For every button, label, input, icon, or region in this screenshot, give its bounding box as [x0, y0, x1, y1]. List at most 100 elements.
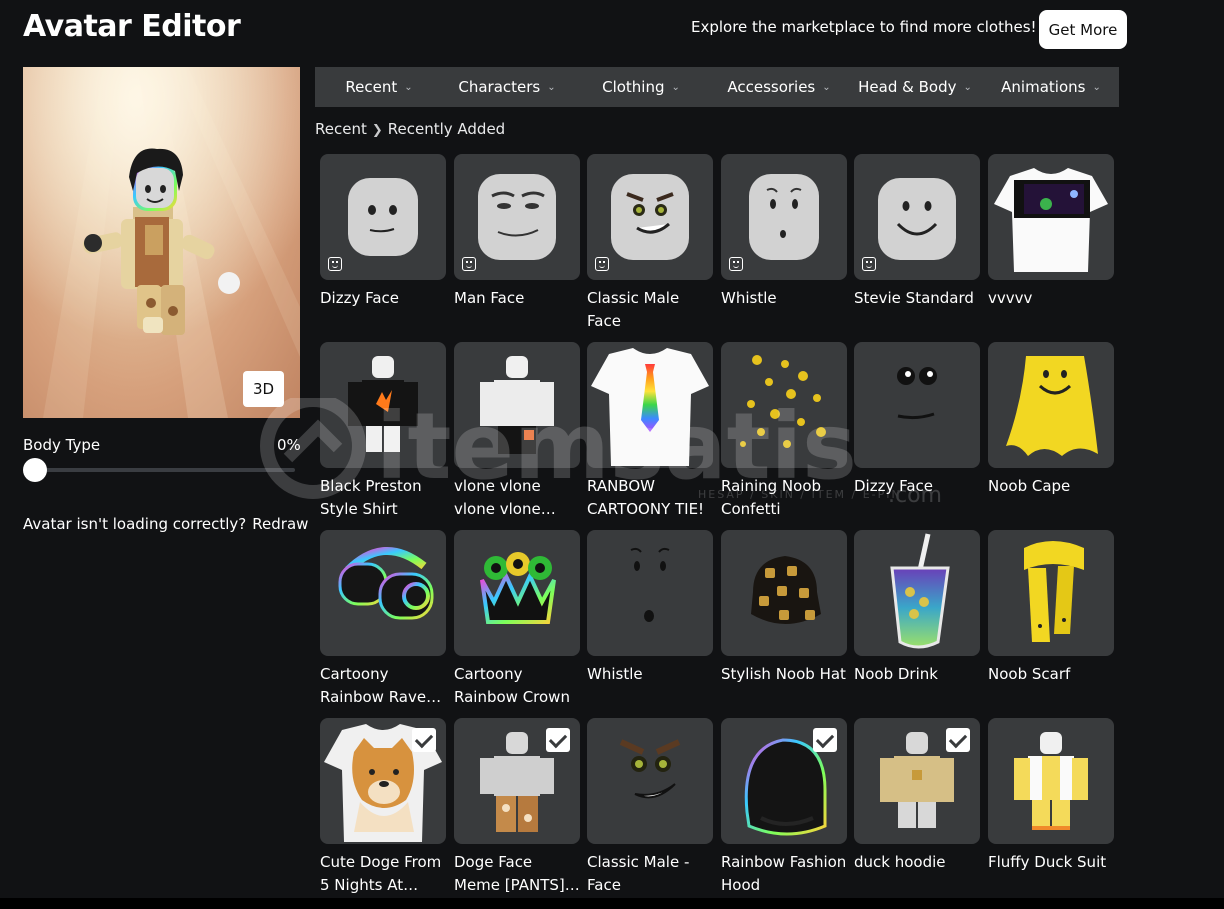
catalog-item[interactable]: Dizzy Face	[854, 342, 980, 498]
catalog-item[interactable]: Classic Male - Face	[587, 718, 713, 897]
item-thumbnail[interactable]	[320, 342, 446, 468]
item-thumbnail[interactable]	[454, 530, 580, 656]
item-thumbnail[interactable]	[587, 530, 713, 656]
view-3d-toggle-button[interactable]: 3D	[243, 371, 284, 407]
item-thumbnail[interactable]	[587, 154, 713, 280]
catalog-item[interactable]: Man Face	[454, 154, 580, 310]
tab-label: Clothing	[602, 78, 665, 96]
catalog-item[interactable]: Stevie Standard	[854, 154, 980, 310]
breadcrumb-current: Recently Added	[387, 120, 506, 138]
item-thumbnail[interactable]	[454, 718, 580, 844]
item-thumbnail[interactable]	[587, 718, 713, 844]
catalog-item[interactable]: Classic Male Face	[587, 154, 713, 333]
item-thumbnail[interactable]	[854, 718, 980, 844]
item-thumbnail-image	[1006, 356, 1098, 456]
tab-recent[interactable]: Recent ⌄	[315, 67, 443, 107]
item-thumbnail-image	[619, 739, 681, 799]
body-type-slider-thumb[interactable]	[23, 458, 47, 482]
item-thumbnail[interactable]	[721, 530, 847, 656]
catalog-item[interactable]: vlone vlone vlone vlone vlone	[454, 342, 580, 521]
item-thumbnail[interactable]	[320, 530, 446, 656]
body-type-label: Body Type	[23, 436, 101, 454]
item-name: Fluffy Duck Suit	[988, 853, 1107, 871]
category-tabs: Recent ⌄ Characters ⌄ Clothing ⌄ Accessorie…	[315, 67, 1119, 107]
item-thumbnail[interactable]	[988, 530, 1114, 656]
item-thumbnail-image	[348, 356, 418, 452]
item-thumbnail[interactable]	[854, 530, 980, 656]
item-thumbnail[interactable]	[587, 342, 713, 468]
item-thumbnail-image	[630, 547, 670, 622]
item-thumbnail[interactable]	[320, 154, 446, 280]
item-thumbnail[interactable]	[854, 342, 980, 468]
catalog-item[interactable]: Cartoony Rainbow Raver Headphones	[320, 530, 446, 709]
item-name: vvvvv	[988, 289, 1033, 307]
item-name: Raining Noob Confetti	[721, 477, 822, 518]
catalog-item[interactable]: vvvvv	[988, 154, 1114, 310]
item-name: Noob Drink	[854, 665, 938, 683]
item-name: RANBOW CARTOONY TIE!	[587, 477, 705, 518]
item-thumbnail[interactable]	[721, 718, 847, 844]
catalog-item[interactable]: Raining Noob Confetti	[721, 342, 847, 521]
item-name: vlone vlone vlone vlone vlone	[454, 477, 541, 518]
item-name: duck hoodie	[854, 853, 946, 871]
catalog-item[interactable]: Whistle	[587, 530, 713, 686]
item-thumbnail[interactable]	[454, 342, 580, 468]
avatar-preview[interactable]	[23, 67, 300, 418]
face-icon	[328, 257, 342, 271]
item-thumbnail[interactable]	[988, 718, 1114, 844]
item-thumbnail[interactable]	[854, 154, 980, 280]
item-name: Man Face	[454, 289, 525, 307]
item-thumbnail[interactable]	[454, 154, 580, 280]
catalog-item[interactable]: Doge Face Meme [PANTS] Design	[454, 718, 580, 897]
avatar-loading-note: Avatar isn't loading correctly? Redraw	[23, 515, 308, 533]
item-name: Whistle	[587, 665, 643, 683]
item-thumbnail[interactable]	[988, 342, 1114, 468]
item-name: Rainbow Fashion Hood	[721, 853, 847, 894]
chevron-down-icon: ⌄	[547, 81, 556, 93]
tab-accessories[interactable]: Accessories ⌄	[711, 67, 847, 107]
tab-label: Accessories	[727, 78, 816, 96]
checkmark-icon[interactable]	[813, 728, 837, 752]
chevron-down-icon: ⌄	[671, 81, 680, 93]
tab-animations[interactable]: Animations ⌄	[983, 67, 1119, 107]
checkmark-icon[interactable]	[546, 728, 570, 752]
tab-label: Animations	[1001, 78, 1086, 96]
checkmark-icon[interactable]	[412, 728, 436, 752]
tab-clothing[interactable]: Clothing ⌄	[571, 67, 711, 107]
item-thumbnail[interactable]	[320, 718, 446, 844]
checkmark-icon[interactable]	[946, 728, 970, 752]
catalog-item[interactable]: Rainbow Fashion Hood	[721, 718, 847, 897]
breadcrumb-parent-link[interactable]: Recent	[315, 120, 367, 138]
item-thumbnail-image	[591, 348, 709, 466]
item-thumbnail-image	[480, 552, 556, 624]
catalog-item[interactable]: duck hoodie	[854, 718, 980, 874]
catalog-item[interactable]: Noob Drink	[854, 530, 980, 686]
catalog-item[interactable]: Noob Cape	[988, 342, 1114, 498]
get-more-button[interactable]: Get More	[1039, 10, 1127, 49]
tab-label: Characters	[458, 78, 541, 96]
tab-characters[interactable]: Characters ⌄	[443, 67, 571, 107]
item-thumbnail-image	[338, 547, 434, 620]
catalog-item[interactable]: RANBOW CARTOONY TIE!	[587, 342, 713, 521]
redraw-link[interactable]: Redraw	[252, 515, 308, 533]
tab-head-and-body[interactable]: Head & Body ⌄	[847, 67, 983, 107]
catalog-item[interactable]: Dizzy Face	[320, 154, 446, 310]
catalog-item[interactable]: Fluffy Duck Suit	[988, 718, 1114, 874]
catalog-item[interactable]: Cartoony Rainbow Crown	[454, 530, 580, 709]
item-thumbnail[interactable]	[988, 154, 1114, 280]
catalog-item[interactable]: Black Preston Style Shirt	[320, 342, 446, 521]
item-name: Stevie Standard	[854, 289, 974, 307]
catalog-item[interactable]: Stylish Noob Hat	[721, 530, 847, 686]
catalog-item[interactable]: Cute Doge From 5 Nights At Freddy's	[320, 718, 446, 897]
item-thumbnail[interactable]	[721, 154, 847, 280]
catalog-item[interactable]: Noob Scarf	[988, 530, 1114, 686]
item-thumbnail-image	[1014, 732, 1088, 830]
body-type-slider-track[interactable]	[35, 468, 295, 472]
catalog-item[interactable]: Whistle	[721, 154, 847, 310]
item-thumbnail-image	[890, 533, 950, 649]
item-thumbnail[interactable]	[721, 342, 847, 468]
face-icon	[729, 257, 743, 271]
chevron-down-icon: ⌄	[1092, 81, 1101, 93]
item-name: Doge Face Meme [PANTS] Design	[454, 853, 565, 894]
chevron-down-icon: ⌄	[404, 81, 413, 93]
